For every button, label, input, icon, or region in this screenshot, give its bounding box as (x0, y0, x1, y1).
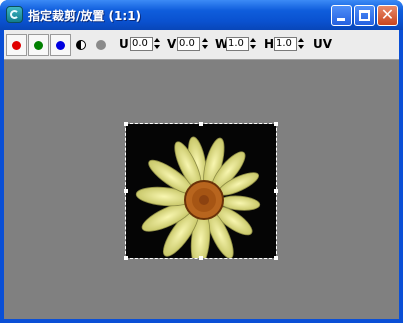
red-channel-button[interactable] (6, 34, 27, 56)
w-field[interactable]: 1.0 (226, 37, 249, 51)
v-label: V (167, 37, 177, 51)
crop-handle[interactable] (124, 189, 128, 193)
crop-handle[interactable] (199, 122, 203, 126)
minimize-button[interactable] (331, 5, 352, 26)
blue-dot-icon (56, 41, 65, 50)
blue-channel-button[interactable] (50, 34, 71, 56)
app-icon[interactable] (6, 6, 23, 23)
uv-button[interactable]: UV (313, 37, 332, 51)
crop-handle[interactable] (199, 256, 203, 260)
u-field[interactable]: 0.0 (130, 37, 153, 51)
flower-image (135, 136, 261, 269)
crop-handle[interactable] (274, 122, 278, 126)
crop-handle[interactable] (274, 189, 278, 193)
close-icon: ✕ (380, 5, 395, 24)
u-label: U (119, 37, 129, 51)
mono-toggle-icon[interactable] (96, 40, 106, 50)
crop-handle[interactable] (124, 122, 128, 126)
h-spinner-icon[interactable] (298, 38, 305, 50)
green-channel-button[interactable] (28, 34, 49, 56)
w-spinner-icon[interactable] (250, 38, 257, 50)
toolbar: U 0.0 V 0.0 W 1.0 H 1.0 UV (4, 30, 399, 60)
h-label: H (264, 37, 275, 51)
image-viewport[interactable] (4, 60, 399, 319)
green-dot-icon (34, 41, 43, 50)
red-dot-icon (12, 41, 21, 50)
h-field[interactable]: 1.0 (274, 37, 297, 51)
alpha-toggle-icon[interactable] (76, 40, 86, 50)
crop-handle[interactable] (124, 256, 128, 260)
minimize-icon (337, 18, 345, 21)
crop-handle[interactable] (274, 256, 278, 260)
maximize-icon (359, 10, 370, 21)
title-bar[interactable]: 指定裁剪/放置 (1:1) ✕ (0, 0, 403, 30)
u-spinner-icon[interactable] (154, 38, 161, 50)
maximize-button[interactable] (354, 5, 375, 26)
crop-place-window: 指定裁剪/放置 (1:1) ✕ U 0.0 V 0.0 W 1.0 H 1.0 … (0, 0, 403, 323)
v-field[interactable]: 0.0 (177, 37, 200, 51)
window-title: 指定裁剪/放置 (1:1) (28, 9, 142, 23)
crop-region[interactable] (124, 122, 278, 269)
v-spinner-icon[interactable] (202, 38, 209, 50)
close-button[interactable]: ✕ (377, 5, 398, 26)
